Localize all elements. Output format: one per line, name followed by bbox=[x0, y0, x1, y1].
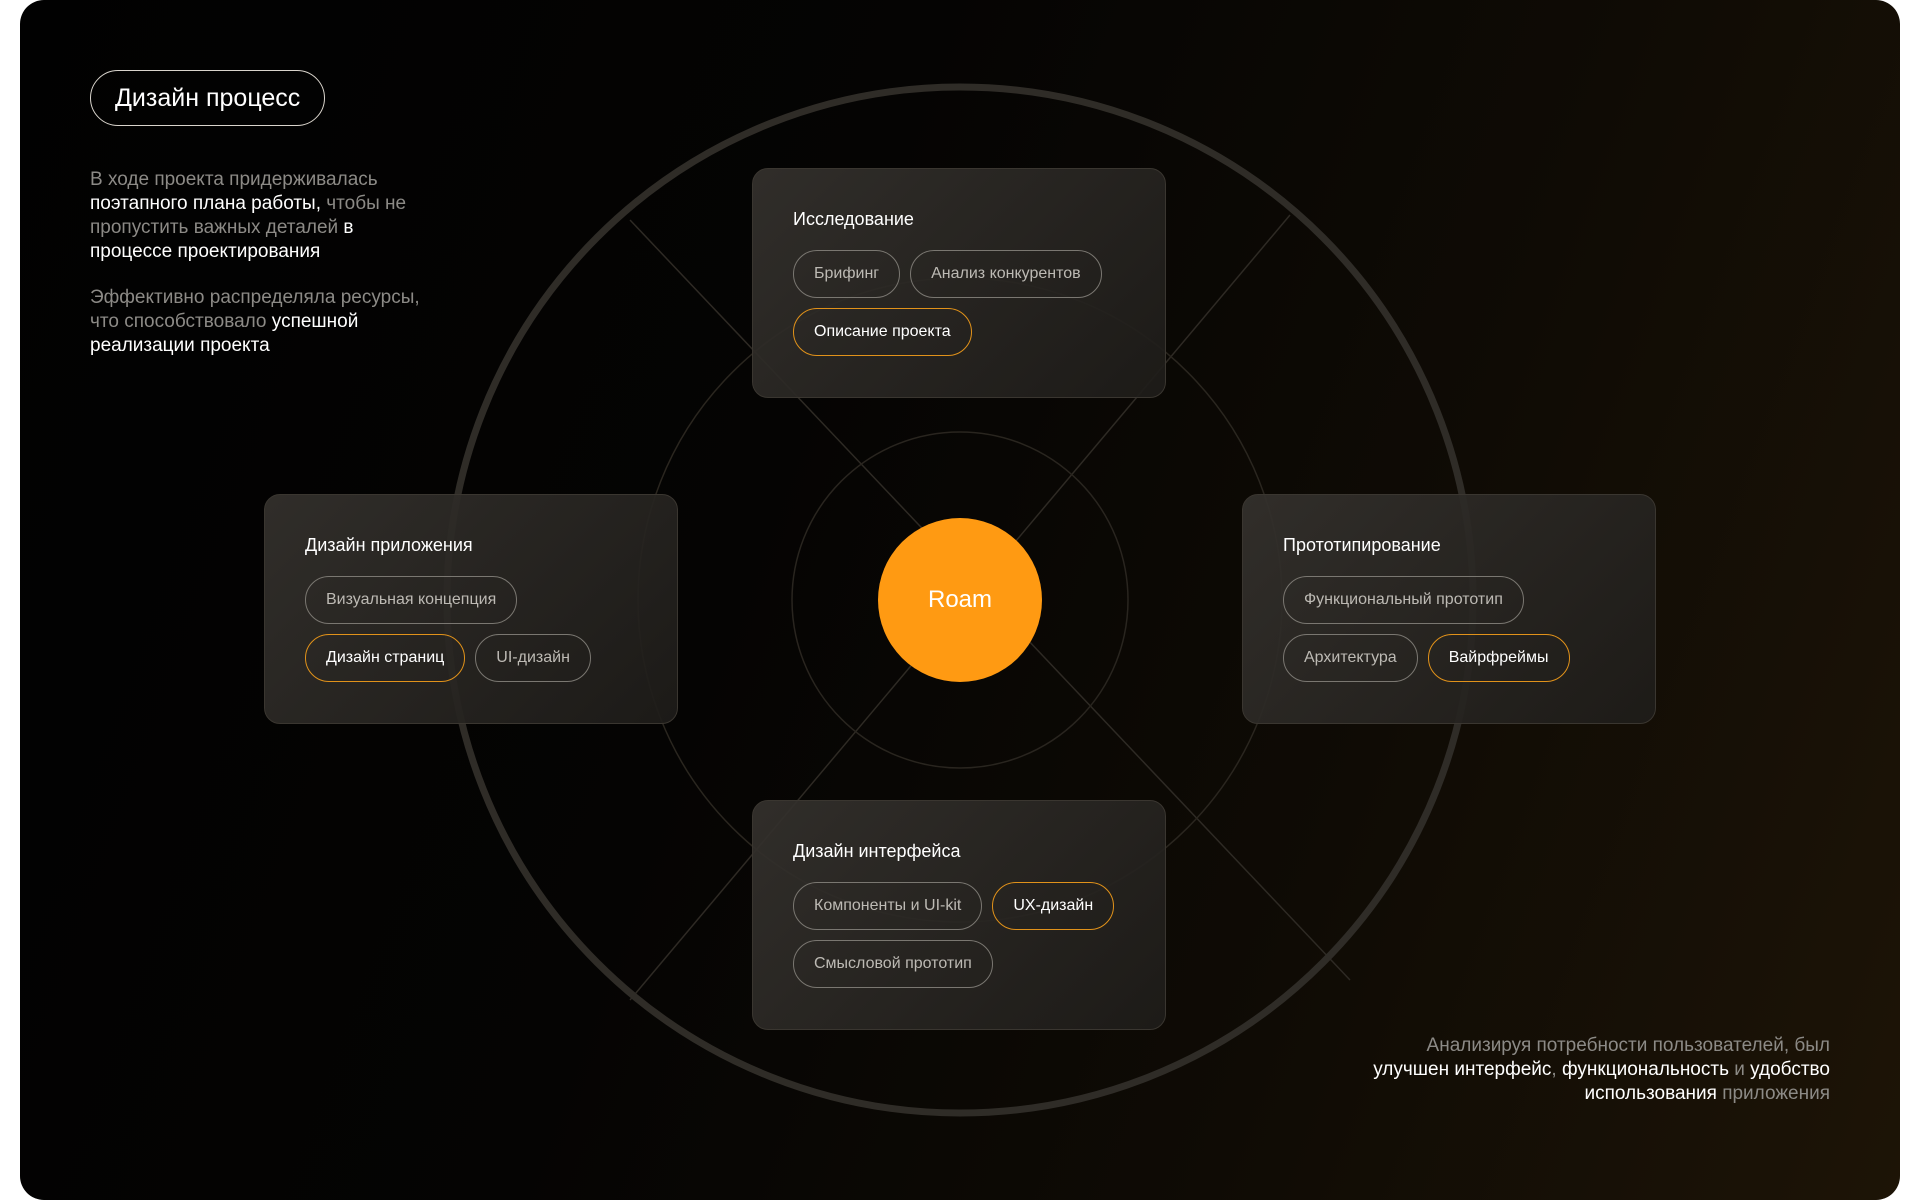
tag-list: Функциональный прототип Архитектура Вайр… bbox=[1283, 576, 1643, 682]
tag-chip[interactable]: Анализ конкурентов bbox=[910, 250, 1102, 298]
stage-card-research: Исследование Брифинг Анализ конкурентов … bbox=[752, 168, 1166, 398]
intro-text-muted: Эффективно распределяла ресурсы, что спо… bbox=[90, 287, 420, 332]
outro-text: Анализируя потребности пользователей, бы… bbox=[1370, 1034, 1830, 1106]
intro-text: В ходе проекта придерживалась поэтапного… bbox=[90, 168, 430, 380]
tag-chip[interactable]: Функциональный прототип bbox=[1283, 576, 1524, 624]
center-node-label: Roam bbox=[927, 586, 993, 613]
tag-chip[interactable]: UI-дизайн bbox=[475, 634, 591, 682]
tag-chip[interactable]: Архитектура bbox=[1283, 634, 1418, 682]
center-node: Roam bbox=[878, 518, 1042, 682]
outro-text-highlight: функциональность bbox=[1561, 1059, 1729, 1080]
outro-text-highlight: улучшен интерфейс bbox=[1373, 1059, 1552, 1080]
stage-title: Прототипирование bbox=[1283, 535, 1441, 555]
intro-text-muted: В ходе проекта придерживалась bbox=[90, 169, 378, 190]
tag-chip[interactable]: Брифинг bbox=[793, 250, 901, 298]
tag-chip[interactable]: Визуальная концепция bbox=[305, 576, 518, 624]
tag-list: Визуальная концепция Дизайн страниц UI-д… bbox=[305, 576, 665, 682]
tag-chip-active[interactable]: Вайрфреймы bbox=[1427, 634, 1570, 682]
tag-chip-active[interactable]: Дизайн страниц bbox=[305, 634, 466, 682]
stage-card-app-design: Дизайн приложения Визуальная концепция Д… bbox=[264, 494, 678, 724]
intro-text-highlight: поэтапного плана работы, bbox=[90, 193, 321, 214]
stage-title: Исследование bbox=[793, 209, 914, 229]
tag-list: Компоненты и UI-kit UX-дизайн Смысловой … bbox=[793, 882, 1153, 988]
tag-list: Брифинг Анализ конкурентов Описание прое… bbox=[793, 250, 1153, 356]
stage-title: Дизайн приложения bbox=[305, 535, 473, 555]
intro-paragraph: Эффективно распределяла ресурсы, что спо… bbox=[90, 286, 430, 358]
stage-title: Дизайн интерфейса bbox=[793, 841, 961, 861]
tag-chip-active[interactable]: UX-дизайн bbox=[992, 882, 1115, 930]
stage-card-interface-design: Дизайн интерфейса Компоненты и UI-kit UX… bbox=[752, 800, 1166, 1030]
outro-text-muted: Анализируя потребности пользователей, бы… bbox=[1426, 1035, 1830, 1056]
page-title: Дизайн процесс bbox=[90, 70, 326, 126]
outro-text-muted: приложения bbox=[1716, 1083, 1830, 1104]
stage-card-prototyping: Прототипирование Функциональный прототип… bbox=[1242, 494, 1656, 724]
intro-paragraph: В ходе проекта придерживалась поэтапного… bbox=[90, 168, 430, 264]
tag-chip[interactable]: Компоненты и UI-kit bbox=[793, 882, 983, 930]
outro-text-muted: и bbox=[1728, 1059, 1751, 1080]
outro-text-muted: , bbox=[1551, 1059, 1562, 1080]
process-panel: Дизайн процесс В ходе проекта придержива… bbox=[20, 0, 1900, 1200]
tag-chip[interactable]: Смысловой прототип bbox=[793, 940, 993, 988]
tag-chip-active[interactable]: Описание проекта bbox=[793, 308, 972, 356]
